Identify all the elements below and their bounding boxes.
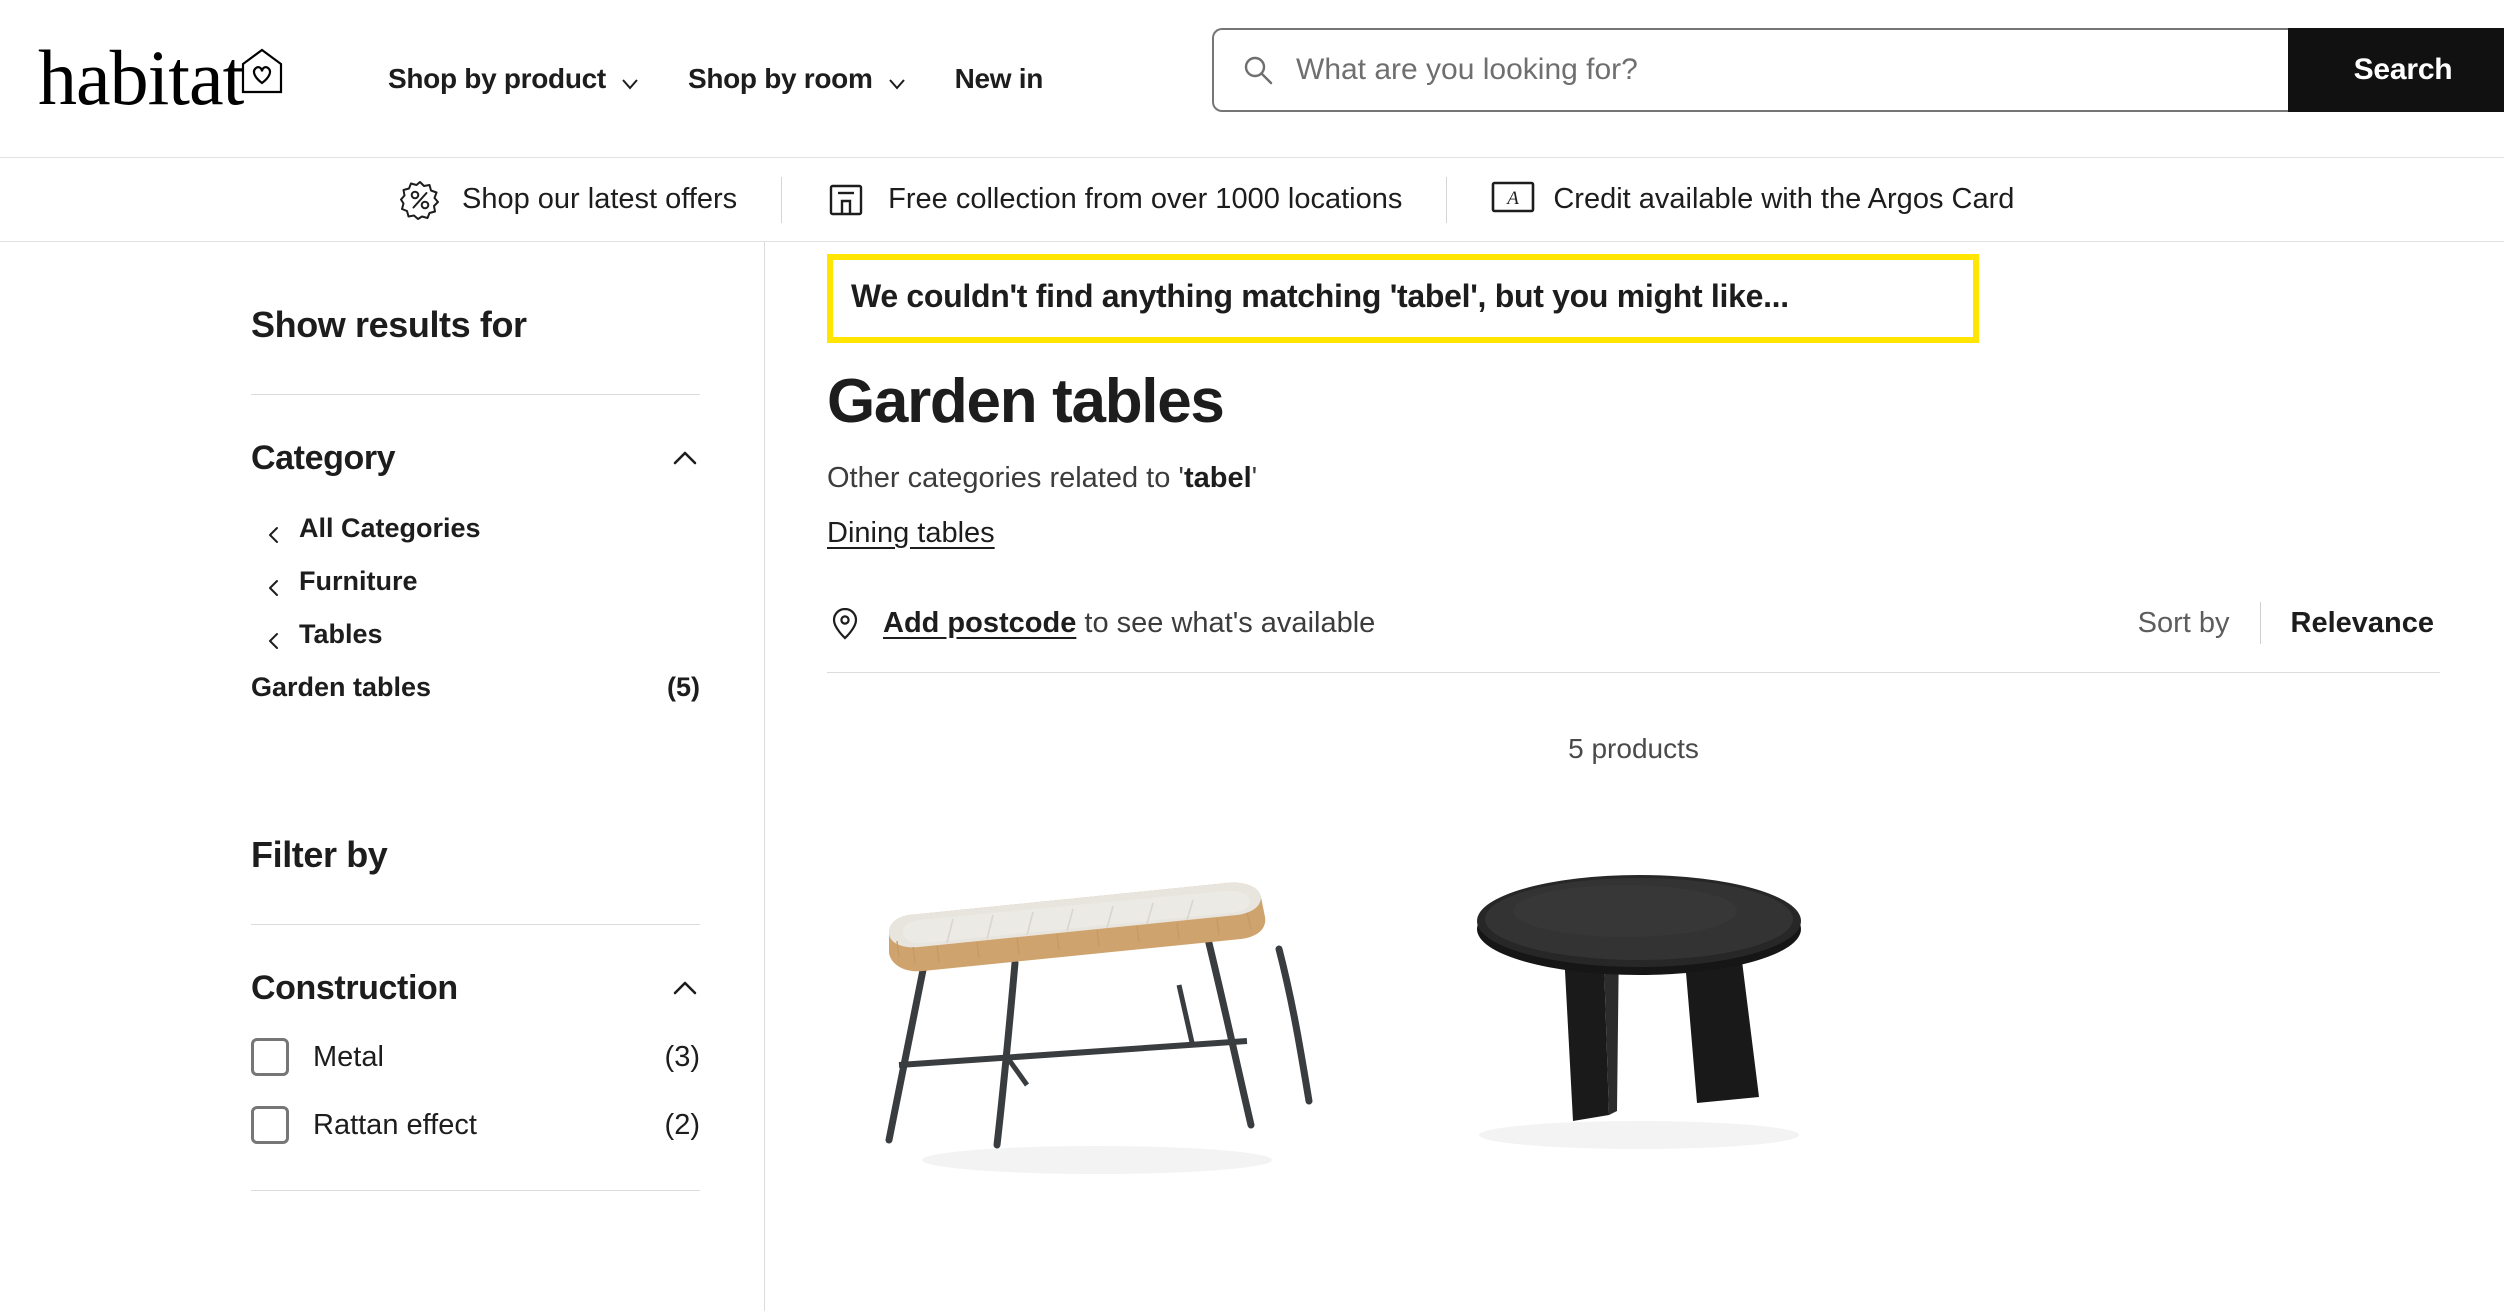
- nav-item-shop-by-room[interactable]: Shop by room: [688, 63, 907, 95]
- argos-card-icon: A: [1491, 180, 1535, 220]
- usp-benefits-bar: Shop our latest offers Free collection f…: [0, 158, 2504, 242]
- round-black-table-image: [1367, 825, 1907, 1216]
- related-categories-line: Other categories related to 'tabel': [827, 462, 2440, 495]
- chevron-down-icon: [620, 69, 640, 90]
- brand-logo[interactable]: habitat: [38, 34, 338, 122]
- show-results-for-heading: Show results for: [251, 304, 527, 345]
- filter-option-count: (3): [664, 1040, 700, 1073]
- category-facet-title: Category: [251, 439, 396, 477]
- search-bar: Search: [1212, 28, 2504, 112]
- usp-item-label: Credit available with the Argos Card: [1553, 183, 2015, 215]
- chevron-left-icon: [265, 573, 283, 596]
- category-item-count: (5): [667, 672, 700, 702]
- nav-item-label: Shop by room: [687, 62, 873, 94]
- product-card-rattan-top-garden-table[interactable]: [827, 825, 1367, 1216]
- checkbox-metal[interactable]: [251, 1038, 289, 1076]
- chevron-left-icon: [265, 626, 283, 649]
- category-item-label: Furniture: [299, 566, 418, 596]
- store-icon: [826, 180, 866, 220]
- filters-sidebar: Show results for Category All Categories: [0, 242, 765, 1311]
- no-results-alert-text: We couldn't find anything matching 'tabe…: [851, 278, 1789, 314]
- category-item-label: Garden tables: [251, 672, 432, 702]
- category-list: All Categories Furniture Tables Garden t…: [251, 502, 700, 714]
- sort-group: Sort by Relevance: [2137, 602, 2435, 645]
- nav-item-label: New in: [954, 62, 1044, 94]
- house-heart-icon: [239, 47, 285, 102]
- sidebar-divider: [251, 1190, 700, 1191]
- product-grid: [827, 825, 2440, 1216]
- sidebar-divider: [251, 394, 700, 395]
- page-title: Garden tables: [827, 367, 1225, 436]
- nav-item-new-in[interactable]: New in: [954, 62, 1044, 95]
- category-item-furniture[interactable]: Furniture: [251, 555, 700, 608]
- related-category-link-dining-tables[interactable]: Dining tables: [827, 517, 995, 550]
- postcode-text: Add postcode to see what's available: [883, 607, 1375, 640]
- search-results-main: We couldn't find anything matching 'tabe…: [765, 242, 2504, 1311]
- sidebar-divider: [251, 924, 700, 925]
- related-suffix: ': [1251, 462, 1258, 495]
- search-field-container[interactable]: [1212, 28, 2288, 112]
- usp-item-label: Free collection from over 1000 locations: [888, 183, 1403, 215]
- filter-option-count: (2): [664, 1108, 700, 1141]
- usp-item-credit[interactable]: A Credit available with the Argos Card: [1491, 180, 2014, 220]
- related-prefix: Other categories related to ': [827, 462, 1184, 495]
- nav-item-shop-by-product[interactable]: Shop by product: [388, 63, 640, 95]
- sort-by-value[interactable]: Relevance: [2291, 607, 2435, 640]
- product-count: 5 products: [1568, 733, 1699, 765]
- chevron-up-icon[interactable]: [670, 974, 700, 1004]
- category-item-garden-tables[interactable]: Garden tables (5): [251, 661, 700, 714]
- main-navigation: Shop by product Shop by room New in: [388, 63, 1043, 95]
- filter-by-heading: Filter by: [251, 834, 388, 875]
- no-results-alert: We couldn't find anything matching 'tabe…: [827, 254, 1979, 343]
- add-postcode-link[interactable]: Add postcode: [883, 607, 1076, 639]
- product-card-black-round-garden-table[interactable]: [1367, 825, 1907, 1216]
- category-item-all-categories[interactable]: All Categories: [251, 502, 700, 555]
- usp-divider: [781, 176, 783, 223]
- related-search-term: tabel: [1183, 462, 1252, 495]
- filter-option-rattan-effect[interactable]: Rattan effect (2): [251, 1106, 700, 1144]
- search-button[interactable]: Search: [2288, 28, 2504, 112]
- construction-facet-header[interactable]: Construction: [251, 969, 700, 1008]
- location-pin-icon: [827, 605, 863, 641]
- search-input[interactable]: [1296, 53, 2196, 87]
- search-icon: [1242, 54, 1274, 86]
- postcode-group: Add postcode to see what's available: [827, 605, 1375, 641]
- nav-item-label: Shop by product: [388, 62, 606, 94]
- chevron-down-icon: [887, 69, 907, 90]
- category-item-label: All Categories: [299, 513, 481, 543]
- sort-divider: [2259, 602, 2261, 645]
- filter-by-block: Filter by Construction Metal (3) Rattan …: [251, 834, 700, 1191]
- chevron-up-icon[interactable]: [670, 444, 700, 474]
- category-facet-header[interactable]: Category: [251, 439, 700, 478]
- filter-option-label: Metal: [313, 1040, 384, 1073]
- postcode-suffix: to see what's available: [1076, 606, 1376, 639]
- checkbox-rattan-effect[interactable]: [251, 1106, 289, 1144]
- svg-text:A: A: [1506, 188, 1520, 209]
- results-toolbar: Add postcode to see what's available Sor…: [827, 602, 2440, 674]
- usp-divider: [1446, 176, 1448, 223]
- construction-facet-title: Construction: [251, 969, 458, 1007]
- category-item-tables[interactable]: Tables: [251, 608, 700, 661]
- rattan-table-image: [827, 825, 1367, 1216]
- filter-option-label: Rattan effect: [313, 1108, 477, 1141]
- sort-by-label: Sort by: [2137, 606, 2230, 639]
- category-item-label: Tables: [299, 619, 383, 649]
- percent-badge-icon: [400, 180, 440, 220]
- filter-option-metal[interactable]: Metal (3): [251, 1038, 700, 1076]
- brand-logo-text: habitat: [38, 34, 244, 122]
- usp-item-collection[interactable]: Free collection from over 1000 locations: [826, 180, 1402, 220]
- usp-item-offers[interactable]: Shop our latest offers: [400, 180, 737, 220]
- chevron-left-icon: [265, 520, 283, 543]
- usp-item-label: Shop our latest offers: [462, 183, 738, 215]
- page-content: Show results for Category All Categories: [0, 242, 2504, 1311]
- site-header: habitat Shop by product Shop by room New…: [0, 0, 2504, 158]
